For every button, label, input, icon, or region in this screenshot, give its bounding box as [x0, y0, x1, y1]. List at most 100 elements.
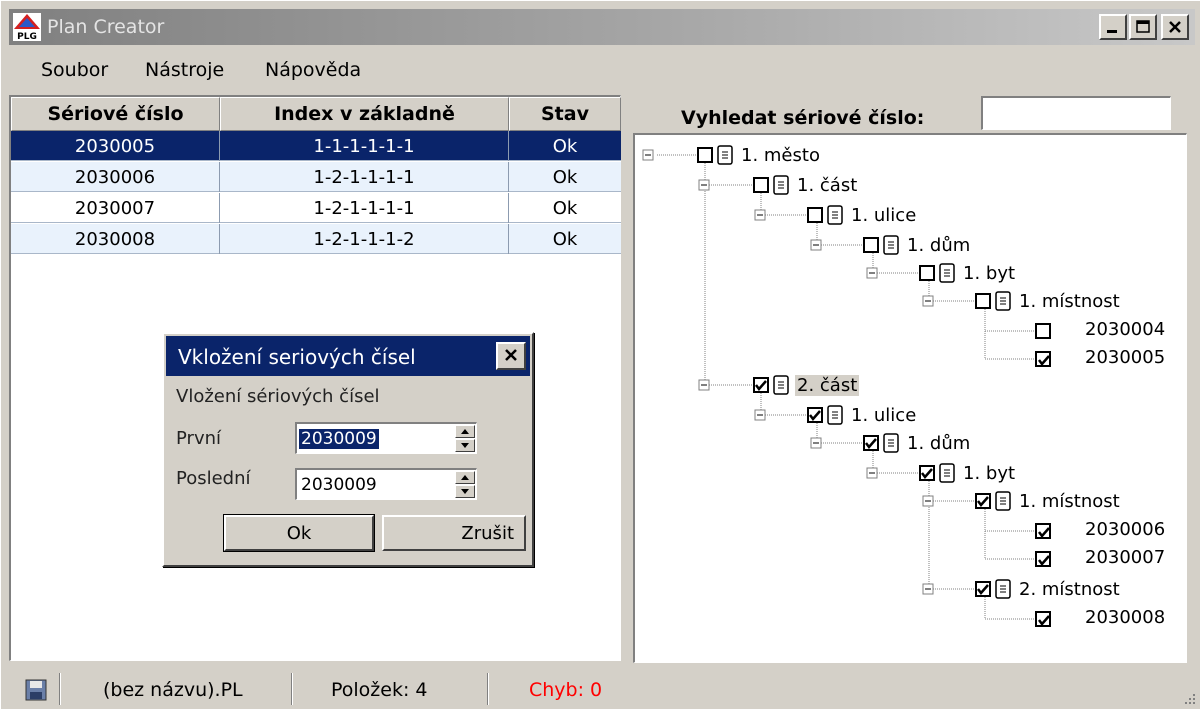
- checkbox-checked-icon[interactable]: [753, 377, 769, 393]
- checkbox-icon[interactable]: [975, 293, 991, 309]
- tree-node-label: 1. část: [797, 174, 858, 196]
- resize-grip-icon[interactable]: [1183, 692, 1197, 706]
- tree-leaf-serial[interactable]: [1035, 545, 1051, 573]
- status-separator: [487, 673, 489, 705]
- checkbox-checked-icon[interactable]: [1035, 611, 1051, 627]
- document-icon: [717, 145, 733, 165]
- checkbox-checked-icon[interactable]: [863, 435, 879, 451]
- dialog-heading: Vložení sériových čísel: [176, 386, 380, 407]
- checkbox-icon[interactable]: [863, 237, 879, 253]
- tree-node-dum[interactable]: 1. dům: [863, 429, 972, 457]
- first-serial-value[interactable]: 2030009: [299, 429, 379, 449]
- checkbox-checked-icon[interactable]: [1035, 551, 1051, 567]
- checkbox-icon[interactable]: [753, 177, 769, 193]
- spinner-buttons: [455, 471, 475, 498]
- checkbox-checked-icon[interactable]: [1035, 351, 1051, 367]
- checkbox-checked-icon[interactable]: [807, 407, 823, 423]
- tree-node-label: 2. místnost: [1019, 578, 1120, 600]
- column-header-index[interactable]: Index v základně: [220, 97, 509, 131]
- first-label: První: [176, 428, 221, 449]
- last-serial-value[interactable]: 2030009: [299, 475, 379, 495]
- app-logo-text: PLG: [17, 32, 37, 41]
- cell-serial: 2030007: [11, 193, 220, 223]
- tree-leaf-serial[interactable]: [1035, 605, 1051, 633]
- tree-node-mistnost-2[interactable]: 2. místnost: [975, 575, 1122, 603]
- cell-index: 1-2-1-1-1-1: [220, 162, 509, 192]
- column-header-status[interactable]: Stav: [509, 97, 621, 131]
- checkbox-checked-icon[interactable]: [919, 465, 935, 481]
- checkbox-icon[interactable]: [1035, 323, 1051, 339]
- minimize-button[interactable]: [1099, 14, 1127, 40]
- document-icon: [995, 291, 1011, 311]
- cell-status: Ok: [552, 166, 578, 188]
- cell-status: Ok: [552, 228, 578, 250]
- menu-napoveda[interactable]: Nápověda: [265, 59, 361, 81]
- dialog-close-button[interactable]: [496, 342, 526, 370]
- tree-node-ulice[interactable]: 1. ulice: [807, 401, 918, 429]
- insert-serials-dialog: Vkložení seriových čísel Vložení sériový…: [162, 332, 534, 567]
- cell-index: 1-2-1-1-1-1: [220, 193, 509, 223]
- column-header-serial[interactable]: Sériové číslo: [11, 97, 220, 131]
- status-item-count: Položek: 4: [331, 679, 428, 701]
- tree-node-cast-2[interactable]: 2. část: [753, 371, 860, 399]
- document-icon: [773, 375, 789, 395]
- checkbox-checked-icon[interactable]: [1035, 523, 1051, 539]
- checkbox-checked-icon[interactable]: [975, 581, 991, 597]
- tree-node-mistnost[interactable]: 1. místnost: [975, 487, 1122, 515]
- dialog-title-bar[interactable]: Vkložení seriových čísel: [166, 336, 530, 376]
- status-separator: [291, 673, 293, 705]
- tree-node-byt[interactable]: 1. byt: [919, 459, 1017, 487]
- cell-serial: 2030006: [11, 162, 220, 192]
- cancel-button[interactable]: Zrušit: [382, 515, 526, 551]
- spin-up-button[interactable]: [455, 471, 475, 484]
- tree-node-label: 1. ulice: [851, 204, 917, 226]
- table-row[interactable]: 2030008 1-2-1-1-1-2 Ok: [11, 224, 621, 254]
- menu-soubor[interactable]: Soubor: [41, 59, 108, 81]
- spin-down-button[interactable]: [455, 439, 475, 452]
- close-button[interactable]: [1161, 14, 1189, 40]
- tree-node-dum[interactable]: 1. dům: [863, 231, 972, 259]
- app-window: PLG Plan Creator Soubor Nástroje Nápověd…: [0, 0, 1200, 709]
- arrow-down-icon: [461, 443, 469, 448]
- location-tree[interactable]: 1. město 1. část 1. ulice 1. dům 1. byt …: [633, 133, 1187, 663]
- cell-index: 1-1-1-1-1-1: [220, 131, 509, 161]
- tree-node-mesto[interactable]: 1. město: [697, 141, 822, 169]
- tree-leaf-serial[interactable]: [1035, 345, 1051, 373]
- tree-leaf-label: 2030006: [1085, 519, 1166, 540]
- tree-node-label: 1. byt: [963, 462, 1016, 484]
- last-label: Poslední: [176, 468, 251, 489]
- table-row[interactable]: 2030005 1-1-1-1-1-1 Ok: [11, 131, 621, 161]
- tree-node-label: 1. místnost: [1019, 490, 1120, 512]
- tree-node-cast[interactable]: 1. část: [753, 171, 859, 199]
- table-row[interactable]: 2030006 1-2-1-1-1-1 Ok: [11, 162, 621, 192]
- cell-status: Ok: [552, 197, 578, 219]
- maximize-button[interactable]: [1129, 14, 1157, 40]
- document-icon: [939, 463, 955, 483]
- spinner-buttons: [455, 425, 475, 452]
- cell-serial: 2030008: [11, 224, 220, 254]
- checkbox-checked-icon[interactable]: [975, 493, 991, 509]
- table-row[interactable]: 2030007 1-2-1-1-1-1 Ok: [11, 193, 621, 223]
- tree-node-label: 2. část: [795, 374, 860, 396]
- title-bar[interactable]: PLG Plan Creator: [9, 9, 1195, 45]
- checkbox-icon[interactable]: [697, 147, 713, 163]
- spin-up-button[interactable]: [455, 425, 475, 438]
- close-icon: [1169, 21, 1181, 33]
- tree-node-mistnost[interactable]: 1. místnost: [975, 287, 1122, 315]
- search-input[interactable]: [981, 96, 1171, 130]
- menu-nastroje[interactable]: Nástroje: [145, 59, 224, 81]
- save-disk-icon[interactable]: [25, 679, 47, 701]
- tree-leaf-label: 2030008: [1085, 607, 1166, 628]
- tree-node-ulice[interactable]: 1. ulice: [807, 201, 918, 229]
- first-serial-spinner[interactable]: 2030009: [295, 422, 477, 454]
- tree-node-label: 1. ulice: [851, 404, 917, 426]
- checkbox-icon[interactable]: [807, 207, 823, 223]
- last-serial-spinner[interactable]: 2030009: [295, 468, 477, 500]
- ok-button[interactable]: Ok: [223, 514, 375, 552]
- tree-leaf-serial[interactable]: [1035, 517, 1051, 545]
- status-separator: [59, 673, 61, 705]
- tree-node-byt[interactable]: 1. byt: [919, 259, 1017, 287]
- checkbox-icon[interactable]: [919, 265, 935, 281]
- tree-leaf-serial[interactable]: [1035, 317, 1051, 345]
- spin-down-button[interactable]: [455, 485, 475, 498]
